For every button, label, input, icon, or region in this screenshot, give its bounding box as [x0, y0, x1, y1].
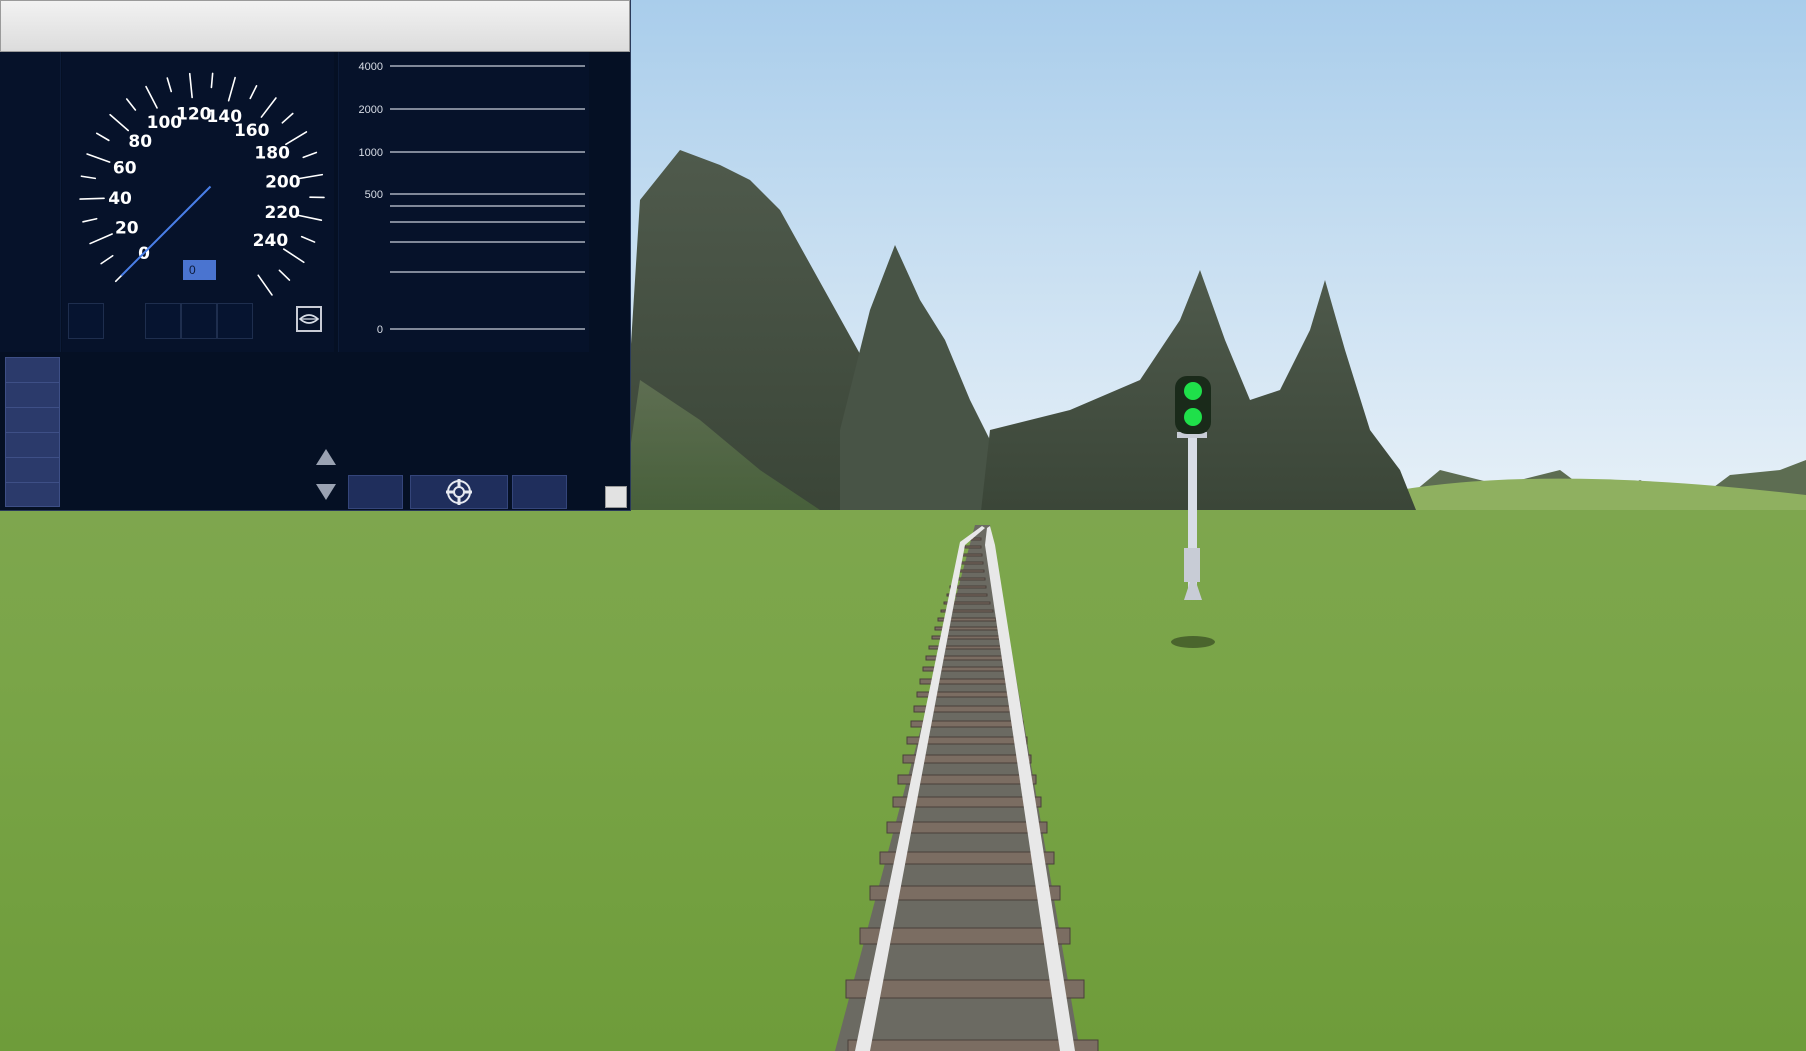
target-distance-scale: 4000 2000 1000 500 0 — [359, 61, 585, 336]
speed-tick-100 — [145, 85, 158, 109]
speed-tick-160 — [260, 97, 277, 118]
side-button-1[interactable] — [5, 357, 60, 383]
speed-tick-50 — [80, 175, 97, 180]
eye-icon-button[interactable] — [296, 306, 322, 332]
speed-tick-260 — [257, 274, 273, 296]
lower-button-3[interactable] — [512, 475, 567, 509]
speed-label-80: 80 — [128, 132, 152, 152]
speed-label-60: 60 — [113, 158, 137, 178]
speedometer-dial: 020406080100120140160180200220240 — [79, 72, 325, 296]
speed-digital-readout: 0 — [183, 260, 216, 280]
speed-tick-130 — [210, 72, 214, 89]
status-box-1 — [68, 303, 104, 339]
speed-tick-170 — [281, 112, 294, 124]
speed-label-180: 180 — [254, 144, 290, 164]
speed-tick-40 — [79, 197, 105, 200]
speed-label-160: 160 — [234, 121, 270, 141]
speed-tick-10 — [100, 254, 114, 265]
speed-label-200: 200 — [265, 172, 301, 192]
speed-tick-220 — [297, 214, 323, 222]
corner-button[interactable] — [605, 486, 627, 508]
speed-tick-70 — [95, 132, 110, 142]
crosshair-wheel-icon — [446, 479, 472, 505]
speed-tick-60 — [86, 153, 111, 163]
speed-tick-90 — [125, 98, 137, 111]
arrow-down-icon[interactable] — [315, 482, 337, 502]
speed-tick-230 — [300, 235, 316, 243]
settings-button[interactable] — [410, 475, 508, 509]
side-button-3[interactable] — [5, 407, 60, 433]
speed-dial-labels: 020406080100120140160180200220240 — [108, 104, 301, 264]
side-button-4[interactable] — [5, 432, 60, 458]
distance-label-4000: 4000 — [359, 61, 383, 73]
speed-tick-20 — [89, 233, 113, 245]
speed-tick-180 — [285, 131, 308, 146]
dmi-title-bar[interactable] — [0, 0, 630, 52]
speed-tick-250 — [278, 269, 291, 281]
speed-label-240: 240 — [253, 231, 289, 251]
eye-icon — [298, 314, 320, 324]
speed-label-20: 20 — [115, 219, 139, 239]
lower-button-1[interactable] — [348, 475, 403, 509]
speed-tick-150 — [249, 85, 258, 100]
side-button-6[interactable] — [5, 482, 60, 507]
status-box-3 — [181, 303, 217, 339]
speed-tick-200 — [297, 173, 324, 180]
speed-tick-190 — [302, 151, 318, 159]
left-strip — [0, 52, 61, 352]
distance-label-500: 500 — [365, 189, 383, 201]
speed-tick-30 — [82, 217, 98, 223]
speed-tick-80 — [109, 113, 130, 132]
distance-label-2000: 2000 — [359, 104, 383, 116]
speed-label-220: 220 — [264, 203, 300, 223]
side-button-2[interactable] — [5, 382, 60, 408]
speed-tick-140 — [227, 76, 236, 102]
status-box-2 — [145, 303, 181, 339]
speed-label-40: 40 — [108, 189, 132, 209]
driver-machine-interface: 020406080100120140160180200220240 0 4000… — [0, 0, 631, 511]
status-box-4 — [217, 303, 253, 339]
distance-label-0: 0 — [377, 324, 383, 336]
side-button-5[interactable] — [5, 457, 60, 483]
speed-tick-110 — [166, 77, 173, 93]
distance-label-1000: 1000 — [359, 147, 383, 159]
arrow-up-icon[interactable] — [315, 447, 337, 467]
speed-tick-120 — [188, 72, 193, 99]
